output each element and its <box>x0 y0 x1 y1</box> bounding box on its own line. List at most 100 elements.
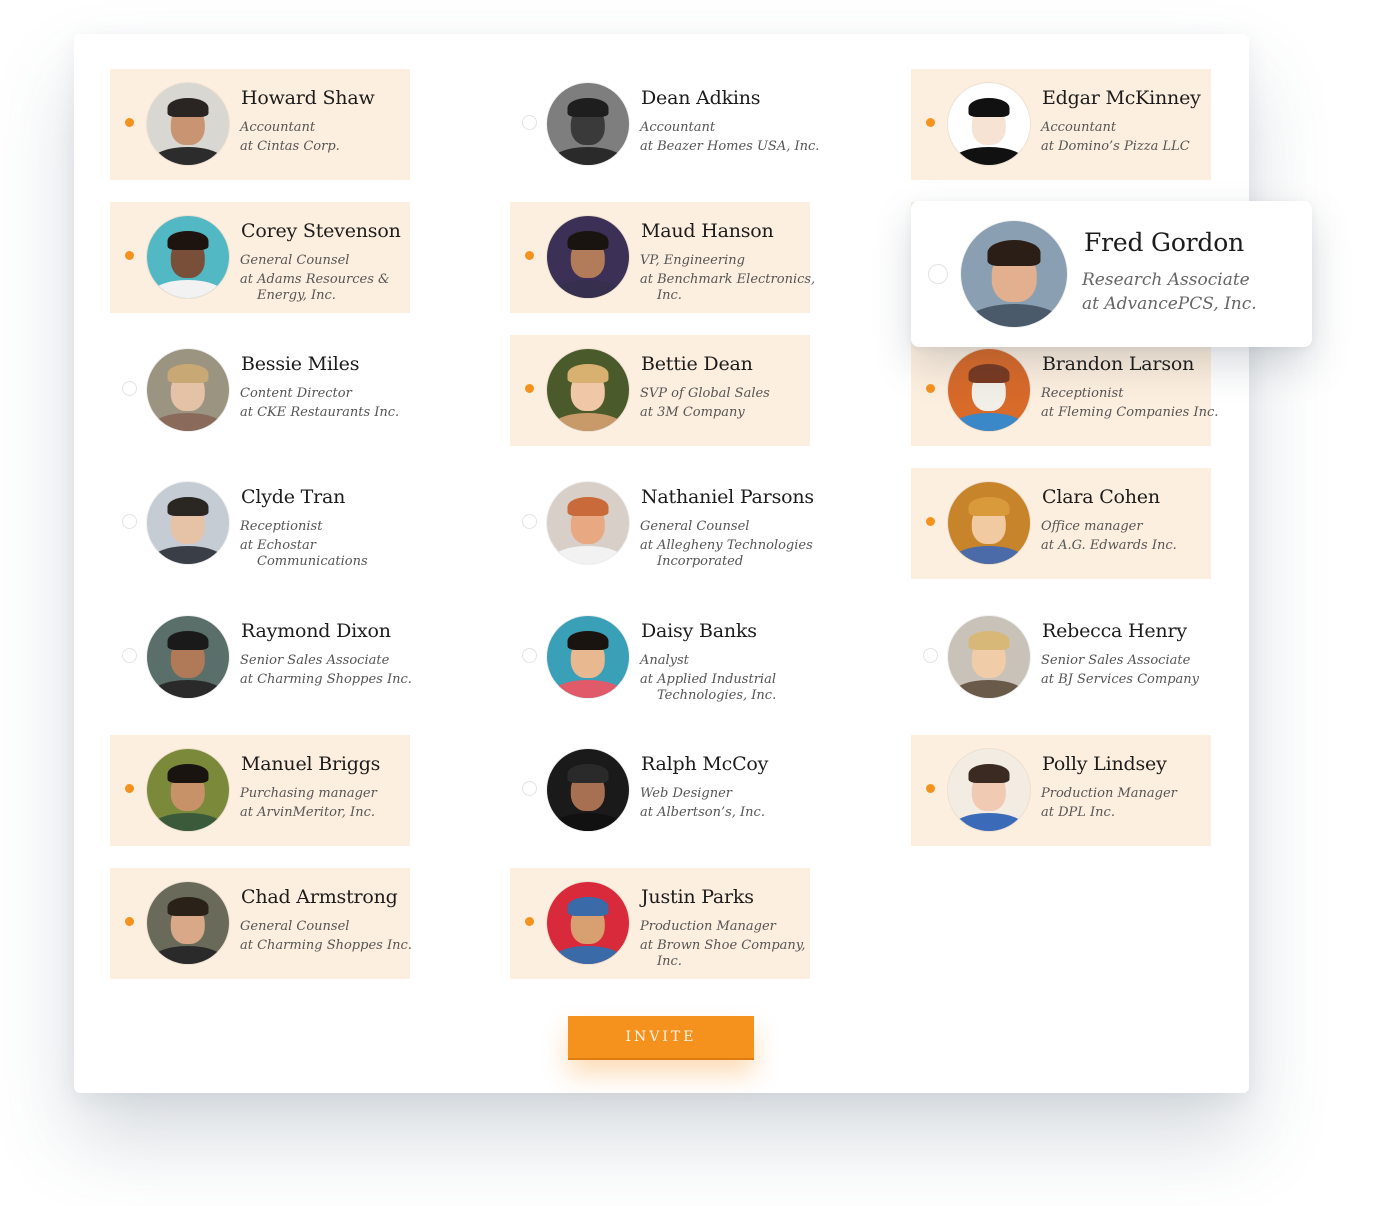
person-card-nathaniel-parsons[interactable]: Nathaniel Parsons General Counsel at Alleg… <box>510 468 814 579</box>
select-radio[interactable] <box>122 648 137 663</box>
avatar-shoulders <box>550 545 626 564</box>
select-radio[interactable] <box>122 514 137 529</box>
select-radio-checked[interactable] <box>923 514 938 529</box>
avatar-shoulders <box>150 279 226 298</box>
invite-button[interactable]: INVITE <box>568 1016 754 1060</box>
person-card-polly-lindsey[interactable]: Polly Lindsey Production Manager at DPL In… <box>911 735 1211 846</box>
person-role: Accountant <box>240 120 316 135</box>
person-card-bessie-miles[interactable]: Bessie Miles Content Director at CKE Resta… <box>110 335 410 446</box>
person-card-dean-adkins[interactable]: Dean Adkins Accountant at Beazer Homes USA… <box>510 69 819 180</box>
person-card-edgar-mckinney[interactable]: Edgar McKinney Accountant at Domino’s Pizz… <box>911 69 1211 180</box>
person-role: Accountant <box>640 120 716 135</box>
company-line: Incorporated <box>657 554 744 569</box>
person-role: Research Associate <box>1082 270 1250 290</box>
select-radio[interactable] <box>928 264 948 284</box>
avatar-hair <box>968 496 1010 517</box>
company-line: Energy, Inc. <box>257 288 336 303</box>
person-card-clara-cohen[interactable]: Clara Cohen Office manager at A.G. Edwards… <box>911 468 1211 579</box>
avatar-shoulders <box>550 679 626 698</box>
select-radio-checked[interactable] <box>122 248 137 263</box>
select-radio-checked[interactable] <box>522 248 537 263</box>
person-card-chad-armstrong[interactable]: Chad Armstrong General Counsel at Charming… <box>110 868 412 979</box>
person-name: Manuel Briggs <box>241 753 381 775</box>
avatar-shoulders <box>150 679 226 698</box>
avatar-shoulders <box>951 412 1027 431</box>
person-card-corey-stevenson[interactable]: Corey Stevenson General Counsel at Adams R… <box>110 202 410 313</box>
select-radio-checked[interactable] <box>923 115 938 130</box>
company-line: at Fleming Companies Inc. <box>1041 405 1219 420</box>
person-card-raymond-dixon[interactable]: Raymond Dixon Senior Sales Associate at Ch… <box>110 602 412 713</box>
person-name: Clara Cohen <box>1042 486 1160 508</box>
select-radio-checked[interactable] <box>923 781 938 796</box>
select-radio-checked[interactable] <box>923 381 938 396</box>
avatar <box>547 882 629 964</box>
person-company: at Echostar Communications <box>240 538 368 570</box>
avatar-hair <box>968 763 1010 784</box>
company-line: at Charming Shoppes Inc. <box>240 938 412 953</box>
person-name: Dean Adkins <box>641 87 761 109</box>
person-card-daisy-banks[interactable]: Daisy Banks Analyst at Applied Industrial T… <box>510 602 810 713</box>
person-card-howard-shaw[interactable]: Howard Shaw Accountant at Cintas Corp. <box>110 69 410 180</box>
company-line: Communications <box>257 554 368 569</box>
person-company: at Benchmark Electronics, Inc. <box>640 272 815 304</box>
person-role: Senior Sales Associate <box>1041 653 1191 668</box>
person-card-justin-parks[interactable]: Justin Parks Production Manager at Brown S… <box>510 868 810 979</box>
company-line: at Echostar <box>240 538 316 553</box>
person-card-clyde-tran[interactable]: Clyde Tran Receptionist at Echostar Communi… <box>110 468 410 579</box>
avatar <box>948 83 1030 165</box>
company-line: at Albertson’s, Inc. <box>640 805 765 820</box>
person-company: at DPL Inc. <box>1041 805 1115 821</box>
avatar <box>948 616 1030 698</box>
select-radio[interactable] <box>522 648 537 663</box>
person-card-ralph-mccoy[interactable]: Ralph McCoy Web Designer at Albertson’s, I… <box>510 735 810 846</box>
avatar-hair <box>567 230 609 251</box>
person-name: Daisy Banks <box>641 620 757 642</box>
company-line: at Charming Shoppes Inc. <box>240 672 412 687</box>
avatar <box>948 349 1030 431</box>
avatar-hair <box>167 896 209 917</box>
person-card-bettie-dean[interactable]: Bettie Dean SVP of Global Sales at 3M Comp… <box>510 335 810 446</box>
avatar <box>948 749 1030 831</box>
avatar <box>547 749 629 831</box>
person-name: Corey Stevenson <box>241 220 401 242</box>
person-card-manuel-briggs[interactable]: Manuel Briggs Purchasing manager at ArvinM… <box>110 735 410 846</box>
avatar-shoulders <box>150 412 226 431</box>
person-role: Senior Sales Associate <box>240 653 390 668</box>
avatar-hair <box>968 363 1010 384</box>
person-card-brandon-larson[interactable]: Brandon Larson Receptionist at Fleming Com… <box>911 335 1218 446</box>
company-line: Technologies, Inc. <box>657 688 777 703</box>
person-name: Nathaniel Parsons <box>641 486 814 508</box>
select-radio[interactable] <box>522 115 537 130</box>
person-card-maud-hanson[interactable]: Maud Hanson VP, Engineering at Benchmark E… <box>510 202 815 313</box>
select-radio-checked[interactable] <box>522 381 537 396</box>
avatar-shoulders <box>550 146 626 165</box>
select-radio-checked[interactable] <box>122 115 137 130</box>
hover-card-fred-gordon[interactable]: Fred Gordon Research Associate at Advanc… <box>911 201 1312 347</box>
company-line: at CKE Restaurants Inc. <box>240 405 400 420</box>
select-radio-checked[interactable] <box>522 914 537 929</box>
company-line: Inc. <box>657 954 682 969</box>
select-radio[interactable] <box>923 648 938 663</box>
person-name: Raymond Dixon <box>241 620 391 642</box>
person-card-rebecca-henry[interactable]: Rebecca Henry Senior Sales Associate at BJ… <box>911 602 1211 713</box>
avatar <box>147 83 229 165</box>
select-radio[interactable] <box>122 381 137 396</box>
avatar-hair <box>167 363 209 384</box>
select-radio[interactable] <box>522 514 537 529</box>
select-radio-checked[interactable] <box>122 781 137 796</box>
select-radio-checked[interactable] <box>122 914 137 929</box>
person-role: General Counsel <box>640 519 750 534</box>
person-company: at BJ Services Company <box>1041 672 1199 688</box>
avatar <box>547 482 629 564</box>
select-radio[interactable] <box>522 781 537 796</box>
avatar <box>147 616 229 698</box>
person-company: at Applied Industrial Technologies, Inc. <box>640 672 776 704</box>
person-role: General Counsel <box>240 919 350 934</box>
company-line: at DPL Inc. <box>1041 805 1115 820</box>
avatar-shoulders <box>951 545 1027 564</box>
avatar-hair <box>567 630 609 651</box>
company-line: at 3M Company <box>640 405 745 420</box>
person-company: at CKE Restaurants Inc. <box>240 405 399 421</box>
person-company: at Adams Resources & Energy, Inc. <box>240 272 390 304</box>
avatar-shoulders <box>150 812 226 831</box>
